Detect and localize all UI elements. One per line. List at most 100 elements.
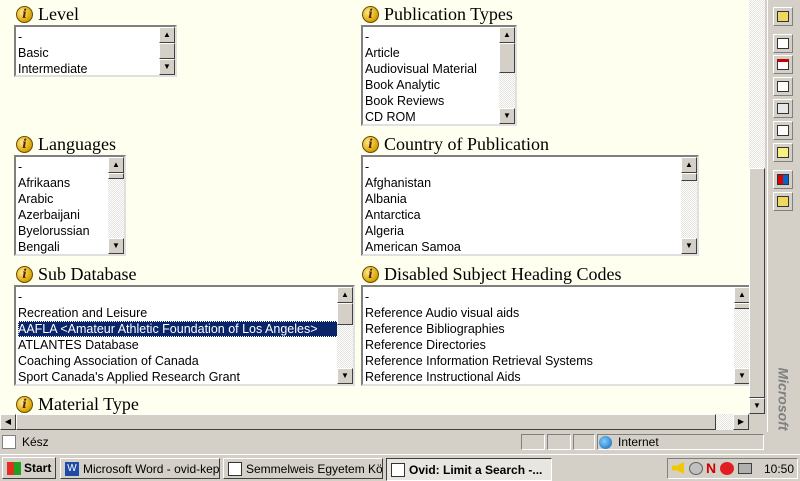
list-option[interactable]: Algeria xyxy=(365,223,682,239)
scroll-down-icon[interactable]: ▼ xyxy=(499,108,515,124)
scroll-up-icon[interactable]: ▲ xyxy=(681,157,697,173)
publication-types-scrollbar[interactable]: ▲ ▼ xyxy=(499,27,515,124)
list-option[interactable]: Reference Audio visual aids xyxy=(365,305,735,321)
level-scrollbar[interactable]: ▲ ▼ xyxy=(159,27,175,75)
info-icon[interactable]: i xyxy=(362,135,379,153)
list-option[interactable]: - xyxy=(18,289,339,305)
scroll-down-icon[interactable]: ▼ xyxy=(734,368,749,384)
info-icon[interactable]: i xyxy=(16,5,33,23)
list-option[interactable]: CD ROM xyxy=(365,109,500,124)
scroll-down-icon[interactable]: ▼ xyxy=(681,238,697,254)
sub-database-scrollbar[interactable]: ▲ ▼ xyxy=(337,287,353,384)
country-scrollbar[interactable]: ▲ ▼ xyxy=(681,157,697,254)
list-option[interactable]: Audiovisual Material xyxy=(365,61,500,77)
sub-database-listbox[interactable]: - Recreation and Leisure AAFLA <Amateur At… xyxy=(14,285,355,386)
realplayer-icon[interactable] xyxy=(720,462,734,475)
level-listbox[interactable]: - Basic Intermediate ▲ ▼ xyxy=(14,25,177,77)
list-option[interactable]: Azerbaijani xyxy=(18,207,109,223)
scroll-up-icon[interactable]: ▲ xyxy=(734,287,749,303)
scroll-thumb[interactable] xyxy=(108,173,124,179)
scroll-thumb[interactable] xyxy=(499,43,515,73)
page-vertical-scrollbar[interactable]: ▼ xyxy=(749,0,765,414)
list-option[interactable]: Sport Canada's Applied Research Grant xyxy=(18,369,339,384)
page-horizontal-scrollbar[interactable]: ◀ ▶ xyxy=(0,414,749,430)
note-icon[interactable] xyxy=(773,143,793,162)
page-scroll-thumb[interactable] xyxy=(749,168,765,398)
list-option[interactable]: - xyxy=(18,159,109,175)
list-option[interactable]: Basic xyxy=(18,45,160,61)
disabled-codes-listbox[interactable]: - Reference Audio visual aids Reference Bi… xyxy=(361,285,749,386)
scroll-thumb[interactable] xyxy=(337,303,353,325)
task-button-word[interactable]: W Microsoft Word - ovid-kep... xyxy=(60,458,220,479)
journal-icon[interactable] xyxy=(773,121,793,140)
info-icon[interactable]: i xyxy=(16,395,33,413)
list-option[interactable]: Byelorussian xyxy=(18,223,109,239)
antivirus-n-icon[interactable]: N xyxy=(706,460,716,476)
languages-listbox[interactable]: - Afrikaans Arabic Azerbaijani Byelorussian B… xyxy=(14,155,126,256)
info-icon[interactable]: i xyxy=(362,265,379,283)
volume-icon[interactable] xyxy=(672,462,684,474)
list-option[interactable]: - xyxy=(18,29,160,45)
languages-scrollbar[interactable]: ▲ ▼ xyxy=(108,157,124,254)
list-option[interactable]: Article xyxy=(365,45,500,61)
scroll-down-icon[interactable]: ▼ xyxy=(337,368,353,384)
network-icon[interactable] xyxy=(689,462,703,475)
scroll-left-icon[interactable]: ◀ xyxy=(0,414,16,430)
task-button-ovid[interactable]: Ovid: Limit a Search -... xyxy=(386,458,552,481)
list-option[interactable]: Recreation and Leisure xyxy=(18,305,339,321)
scroll-down-icon[interactable]: ▼ xyxy=(108,238,124,254)
list-option[interactable]: American Samoa xyxy=(365,239,682,254)
task-icon[interactable] xyxy=(773,77,793,96)
publication-types-title: Publication Types xyxy=(384,3,513,24)
list-option[interactable]: Intermediate xyxy=(18,61,160,75)
country-listbox[interactable]: - Afghanistan Albania Antarctica Algeria Amer… xyxy=(361,155,699,256)
scroll-down-icon[interactable]: ▼ xyxy=(749,398,765,414)
scroll-right-icon[interactable]: ▶ xyxy=(733,414,749,430)
list-option[interactable]: Afrikaans xyxy=(18,175,109,191)
open-folder-icon[interactable] xyxy=(773,7,793,26)
office-tools-icon[interactable] xyxy=(773,170,793,189)
scroll-up-icon[interactable]: ▲ xyxy=(337,287,353,303)
scroll-down-icon[interactable]: ▼ xyxy=(159,59,175,75)
list-option[interactable]: - xyxy=(365,29,500,45)
list-option[interactable]: Reference Directories xyxy=(365,337,735,353)
list-option[interactable]: ATLANTES Database xyxy=(18,337,339,353)
clock[interactable]: 10:50 xyxy=(764,462,794,476)
info-icon[interactable]: i xyxy=(16,265,33,283)
list-option[interactable]: Reference Bibliographies xyxy=(365,321,735,337)
new-document-icon[interactable] xyxy=(773,34,793,53)
status-main-panel: Kész xyxy=(0,434,520,450)
list-option[interactable]: Book Analytic xyxy=(365,77,500,93)
calendar-icon[interactable] xyxy=(773,55,793,74)
scroll-thumb[interactable] xyxy=(159,43,175,59)
list-option[interactable]: Afghanistan xyxy=(365,175,682,191)
display-icon[interactable] xyxy=(738,463,752,474)
scroll-thumb[interactable] xyxy=(734,303,749,309)
folder-icon[interactable] xyxy=(773,192,793,211)
info-icon[interactable]: i xyxy=(362,5,379,23)
country-header: i Country of Publication xyxy=(362,134,549,154)
list-option[interactable]: - xyxy=(365,159,682,175)
list-option[interactable]: AAFLA <Amateur Athletic Foundation of Lo… xyxy=(18,321,339,337)
publication-types-listbox[interactable]: - Article Audiovisual Material Book Analyti… xyxy=(361,25,517,126)
list-option[interactable]: Coaching Association of Canada xyxy=(18,353,339,369)
list-option[interactable]: - xyxy=(365,289,735,305)
list-option[interactable]: Antarctica xyxy=(365,207,682,223)
scroll-up-icon[interactable]: ▲ xyxy=(159,27,175,43)
country-title: Country of Publication xyxy=(384,133,549,154)
scroll-up-icon[interactable]: ▲ xyxy=(108,157,124,173)
list-option[interactable]: Arabic xyxy=(18,191,109,207)
scroll-thumb[interactable] xyxy=(681,173,697,181)
disabled-codes-scrollbar[interactable]: ▲ ▼ xyxy=(734,287,749,384)
list-option[interactable]: Bengali xyxy=(18,239,109,254)
scroll-up-icon[interactable]: ▲ xyxy=(499,27,515,43)
list-option[interactable]: Book Reviews xyxy=(365,93,500,109)
contact-icon[interactable] xyxy=(773,99,793,118)
h-scroll-thumb[interactable] xyxy=(16,414,716,430)
list-option[interactable]: Reference Instructional Aids xyxy=(365,369,735,384)
list-option[interactable]: Albania xyxy=(365,191,682,207)
task-button-browser[interactable]: Semmelweis Egyetem Köz... xyxy=(223,458,383,479)
start-button[interactable]: Start xyxy=(2,457,56,479)
list-option[interactable]: Reference Information Retrieval Systems xyxy=(365,353,735,369)
info-icon[interactable]: i xyxy=(16,135,33,153)
